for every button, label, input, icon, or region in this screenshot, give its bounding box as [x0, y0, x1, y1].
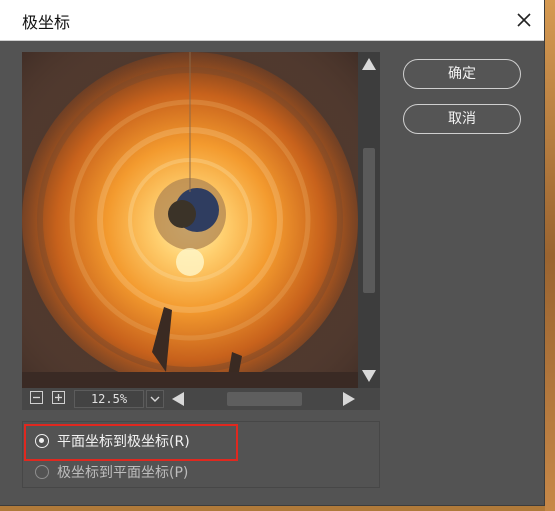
zoom-dropdown[interactable] — [146, 390, 164, 408]
highlight-box — [24, 424, 238, 461]
dialog-title: 极坐标 — [22, 13, 71, 32]
close-icon[interactable] — [510, 6, 538, 34]
scroll-left-icon[interactable] — [172, 392, 184, 406]
preview-image[interactable] — [22, 52, 358, 388]
horizontal-scroll-thumb[interactable] — [227, 392, 302, 406]
background-image-edge — [545, 0, 555, 511]
chevron-down-icon — [150, 396, 160, 402]
plus-icon — [55, 394, 62, 401]
scroll-up-icon[interactable] — [362, 58, 376, 70]
zoom-out-button[interactable] — [30, 391, 43, 404]
title-bar: 极坐标 — [0, 0, 544, 41]
scroll-down-icon[interactable] — [362, 370, 376, 382]
minus-icon — [33, 396, 40, 399]
option-label: 极坐标到平面坐标(P) — [57, 465, 189, 481]
zoom-level: 12.5% — [74, 390, 144, 408]
ok-button[interactable]: 确定 — [403, 59, 521, 89]
polar-coordinates-dialog: 极坐标 12.5% 确定 取消 平面坐标到极坐标(R) 极坐标到平面坐标(P) — [0, 0, 545, 506]
vertical-scroll-thumb[interactable] — [363, 148, 375, 293]
zoom-bar: 12.5% — [22, 388, 380, 410]
zoom-in-button[interactable] — [52, 391, 65, 404]
cancel-button[interactable]: 取消 — [403, 104, 521, 134]
scroll-right-icon[interactable] — [343, 392, 355, 406]
vertical-scrollbar[interactable] — [358, 52, 380, 388]
radio-unselected-icon[interactable] — [35, 465, 49, 479]
